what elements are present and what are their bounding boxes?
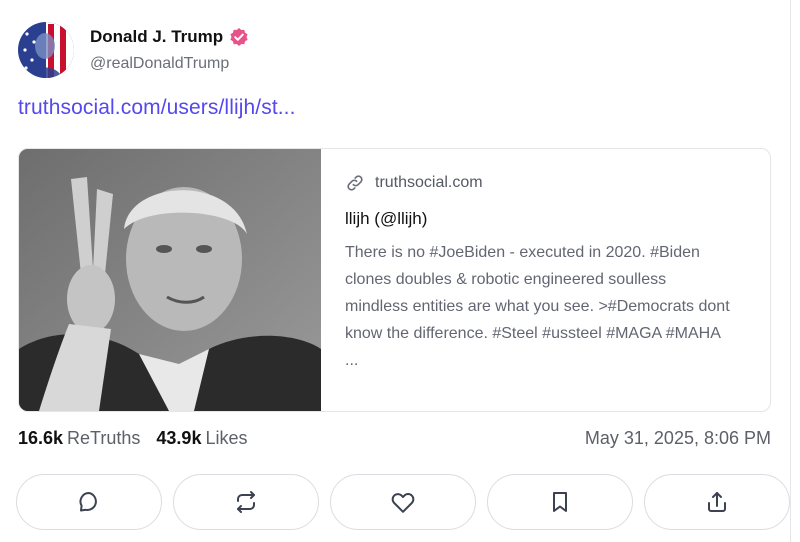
avatar[interactable]: [18, 22, 74, 78]
share-button[interactable]: [644, 474, 790, 530]
post-header: Donald J. Trump @realDonaldTrump: [18, 22, 249, 78]
link-preview-card[interactable]: truthsocial.com llijh (@llijh) There is …: [18, 148, 771, 412]
link-icon: [345, 173, 365, 193]
reply-button[interactable]: [16, 474, 162, 530]
author-handle[interactable]: @realDonaldTrump: [90, 55, 249, 73]
likes-count[interactable]: 43.9k: [156, 428, 201, 449]
retruth-button[interactable]: [173, 474, 319, 530]
author-display-name[interactable]: Donald J. Trump: [90, 27, 223, 47]
comment-icon: [79, 491, 97, 512]
share-icon: [708, 492, 726, 512]
link-preview-image: [19, 149, 321, 411]
retruths-label[interactable]: ReTruths: [67, 428, 140, 449]
repost-icon: [237, 491, 255, 513]
card-domain: truthsocial.com: [375, 174, 483, 191]
retruths-count[interactable]: 16.6k: [18, 428, 63, 449]
post-timestamp: May 31, 2025, 8:06 PM: [584, 428, 771, 448]
action-bar: [16, 474, 790, 530]
post-stats: 16.6k ReTruths 43.9k Likes: [18, 428, 247, 449]
verified-badge-icon: [229, 27, 249, 47]
card-title: llijh (@llijh): [345, 209, 428, 228]
likes-label[interactable]: Likes: [205, 428, 247, 449]
bookmark-button[interactable]: [487, 474, 633, 530]
post-link[interactable]: truthsocial.com/users/llijh/st...: [18, 96, 296, 120]
bookmark-icon: [553, 492, 567, 512]
column-divider: [790, 0, 791, 542]
card-description: There is no #JoeBiden - executed in 2020…: [345, 244, 730, 369]
heart-icon: [391, 493, 415, 513]
like-button[interactable]: [330, 474, 476, 530]
